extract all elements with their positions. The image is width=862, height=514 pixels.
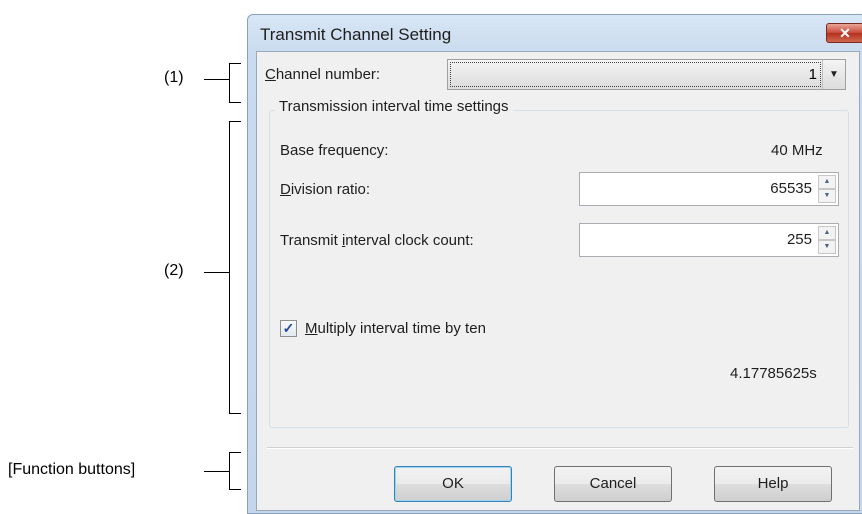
close-icon: ✕: [839, 25, 851, 41]
channel-number-dropdown[interactable]: 1 ▼: [447, 59, 846, 90]
spin-buttons: ▲ ▼: [818, 226, 836, 254]
division-ratio-label: Division ratio:: [280, 181, 370, 198]
focus-rectangle: [450, 62, 821, 87]
close-button[interactable]: ✕: [826, 23, 862, 43]
multiply-mnemonic: M: [305, 320, 318, 337]
chevron-down-icon[interactable]: ▼: [822, 60, 845, 89]
bracket-3-top: [229, 452, 241, 453]
clock-count-label: Transmit interval clock count:: [280, 232, 474, 249]
bracket-3-bottom: [229, 489, 241, 490]
clock-count-label-after: nterval clock count:: [345, 232, 474, 249]
separator: [267, 447, 853, 449]
annotation-label-1: (1): [164, 69, 184, 86]
ok-button[interactable]: OK: [394, 466, 512, 502]
multiply-label[interactable]: Multiply interval time by ten: [305, 320, 486, 337]
bracket-2-top: [229, 121, 241, 122]
bracket-2-tick: [204, 272, 230, 273]
bracket-1-spine: [229, 63, 230, 103]
bracket-3-spine: [229, 452, 230, 490]
annotation-label-2: (2): [164, 262, 184, 279]
transmit-channel-setting-dialog: Transmit Channel Setting ✕ Channel numbe…: [247, 14, 862, 514]
spin-up-icon[interactable]: ▲: [818, 175, 836, 189]
group-title: Transmission interval time settings: [275, 98, 513, 115]
channel-number-mnemonic: C: [265, 66, 276, 83]
division-ratio-spinbox[interactable]: 65535 ▲ ▼: [579, 172, 839, 206]
division-ratio-mnemonic: D: [280, 181, 291, 198]
channel-number-label-text: hannel number:: [275, 66, 381, 83]
channel-number-value: 1: [808, 66, 817, 83]
clock-count-label-before: Transmit: [280, 232, 342, 249]
bracket-2-spine: [229, 121, 230, 414]
bracket-1-top: [229, 63, 241, 64]
bracket-3-tick: [204, 471, 230, 472]
interval-result: 4.17785625s: [730, 365, 817, 382]
multiply-label-text: ultiply interval time by ten: [317, 320, 486, 337]
help-button[interactable]: Help: [714, 466, 832, 502]
dialog-title: Transmit Channel Setting: [260, 25, 452, 44]
help-mnemonic: H: [757, 475, 769, 492]
bracket-1-bottom: [229, 102, 241, 103]
bracket-1-tick: [204, 79, 230, 80]
division-ratio-value: 65535: [770, 180, 812, 197]
base-frequency-value: 40 MHz: [771, 142, 823, 159]
spin-up-icon[interactable]: ▲: [818, 226, 836, 240]
spin-buttons: ▲ ▼: [818, 175, 836, 203]
annotation-label-function-buttons: [Function buttons]: [8, 461, 136, 478]
spin-down-icon[interactable]: ▼: [818, 189, 836, 203]
title-bar[interactable]: Transmit Channel Setting ✕: [248, 15, 862, 51]
clock-count-spinbox[interactable]: 255 ▲ ▼: [579, 223, 839, 257]
clock-count-value: 255: [786, 231, 812, 248]
spin-down-icon[interactable]: ▼: [818, 240, 836, 254]
division-ratio-label-text: ivision ratio:: [290, 181, 371, 198]
cancel-button[interactable]: Cancel: [554, 466, 672, 502]
base-frequency-label: Base frequency:: [280, 142, 389, 159]
help-label-text: elp: [768, 475, 789, 492]
bracket-2-bottom: [229, 413, 241, 414]
channel-number-label: Channel number:: [265, 66, 380, 83]
dialog-client-area: Channel number: 1 ▼ Transmission interva…: [256, 51, 860, 511]
multiply-checkbox[interactable]: ✓: [280, 320, 297, 337]
